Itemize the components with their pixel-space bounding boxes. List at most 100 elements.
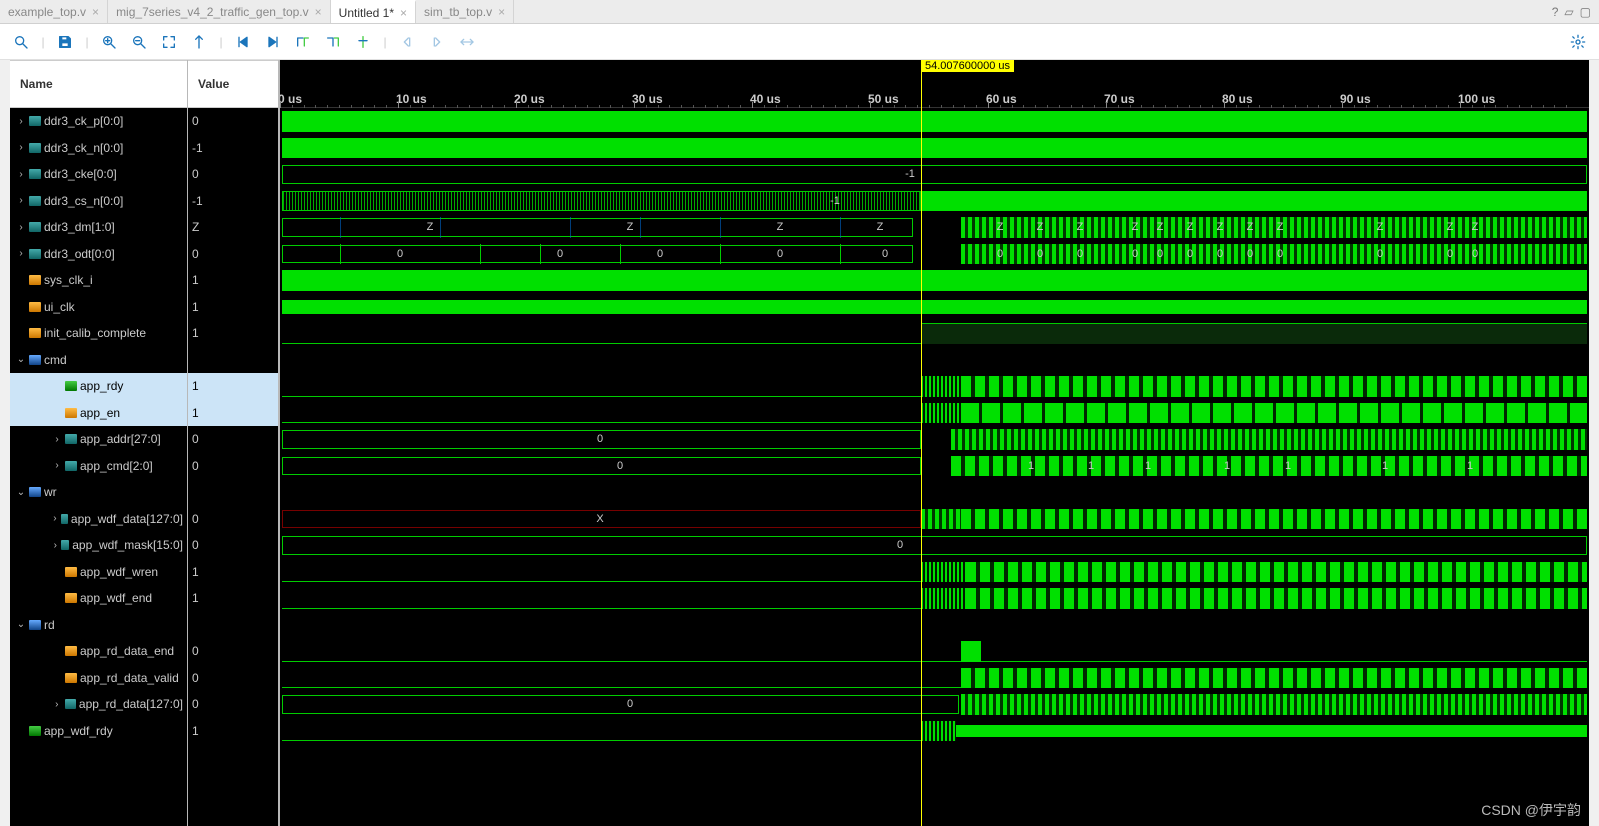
swap-icon[interactable] <box>454 29 480 55</box>
signal-row-ddr3-cs-n-0-0-[interactable]: ›ddr3_cs_n[0:0] <box>10 188 187 215</box>
restore-icon[interactable]: ▱ <box>1564 5 1573 19</box>
signal-row-ddr3-ck-n-0-0-[interactable]: › ddr3_ck_n[0:0] <box>10 135 187 162</box>
expand-icon[interactable]: ⌄ <box>16 487 26 498</box>
wave-row[interactable]: 0 <box>280 426 1589 453</box>
signal-row-ddr3-ck-p-0-0-[interactable]: ›ddr3_ck_p[0:0] <box>10 108 187 135</box>
signal-name-panel[interactable]: Name ›ddr3_ck_p[0:0]›ddr3_ck_n[0:0]›ddr3… <box>10 60 187 826</box>
expand-icon[interactable]: ⌄ <box>16 619 26 630</box>
wave-row[interactable]: 0 <box>280 532 1589 559</box>
signal-value <box>188 479 278 506</box>
waveform-canvas[interactable]: 0 us10 us20 us30 us40 us50 us60 us70 us8… <box>278 60 1589 826</box>
expand-icon[interactable]: › <box>52 434 62 445</box>
expand-icon[interactable]: › <box>52 460 62 471</box>
go-to-cursor-icon[interactable] <box>186 29 212 55</box>
signal-row-cmd[interactable]: ⌄cmd <box>10 347 187 374</box>
wave-row[interactable] <box>280 665 1589 692</box>
search-icon[interactable] <box>8 29 34 55</box>
zoom-fit-icon[interactable] <box>156 29 182 55</box>
add-marker-icon[interactable] <box>350 29 376 55</box>
signal-row-app-rd-data-end[interactable]: app_rd_data_end <box>10 638 187 665</box>
signal-row-sys-clk-i[interactable]: sys_clk_i <box>10 267 187 294</box>
wave-row[interactable] <box>280 294 1589 321</box>
tab-mig[interactable]: mig_7series_v4_2_traffic_gen_top.v× <box>108 0 331 23</box>
wave-row[interactable]: ZZZZZZZZZZZZZZZZ <box>280 214 1589 241</box>
signal-row-app-rdy[interactable]: app_rdy <box>10 373 187 400</box>
wave-row[interactable] <box>280 108 1589 135</box>
signal-row-app-cmd-2-0-[interactable]: ›app_cmd[2:0] <box>10 453 187 480</box>
signal-row-app-en[interactable]: app_en <box>10 400 187 427</box>
wave-row[interactable] <box>280 373 1589 400</box>
tab-untitled[interactable]: Untitled 1*× <box>331 0 416 23</box>
zoom-in-icon[interactable] <box>96 29 122 55</box>
expand-icon[interactable]: › <box>52 513 58 524</box>
help-icon[interactable]: ? <box>1552 5 1559 19</box>
close-icon[interactable]: × <box>315 5 322 19</box>
signal-row-ddr3-dm-1-0-[interactable]: ›ddr3_dm[1:0] <box>10 214 187 241</box>
wave-row[interactable] <box>280 585 1589 612</box>
signal-row-wr[interactable]: ⌄wr <box>10 479 187 506</box>
signal-row-rd[interactable]: ⌄rd <box>10 612 187 639</box>
signal-row-app-wdf-wren[interactable]: app_wdf_wren <box>10 559 187 586</box>
expand-icon[interactable]: › <box>16 195 26 206</box>
wave-row[interactable] <box>280 638 1589 665</box>
signal-row-ddr3-odt-0-0-[interactable]: ›ddr3_odt[0:0] <box>10 241 187 268</box>
wave-row[interactable] <box>280 320 1589 347</box>
close-icon[interactable]: × <box>400 6 407 20</box>
expand-icon[interactable]: › <box>52 540 58 551</box>
wave-row[interactable] <box>280 479 1589 506</box>
signal-value-panel[interactable]: Value 0-10-1Z0111110000110001 <box>187 60 278 826</box>
expand-icon[interactable]: ⌄ <box>16 354 26 365</box>
wave-row[interactable] <box>280 267 1589 294</box>
wave-row[interactable] <box>280 347 1589 374</box>
close-icon[interactable]: × <box>498 5 505 19</box>
signal-name: ddr3_ck_n[0:0] <box>44 141 123 155</box>
save-icon[interactable] <box>52 29 78 55</box>
go-to-start-icon[interactable] <box>230 29 256 55</box>
wave-row[interactable]: 00000000000000000 <box>280 241 1589 268</box>
expand-icon[interactable]: › <box>16 248 26 259</box>
signal-row-app-wdf-mask-15-0-[interactable]: ›app_wdf_mask[15:0] <box>10 532 187 559</box>
wave-row[interactable] <box>280 400 1589 427</box>
signal-row-init-calib-complete[interactable]: init_calib_complete <box>10 320 187 347</box>
signal-value: 0 <box>188 426 278 453</box>
expand-icon[interactable]: › <box>16 222 26 233</box>
settings-icon[interactable] <box>1565 29 1591 55</box>
signal-row-app-wdf-data-127-0-[interactable]: ›app_wdf_data[127:0] <box>10 506 187 533</box>
go-to-end-icon[interactable] <box>260 29 286 55</box>
tab-example-top[interactable]: example_top.v× <box>0 0 108 23</box>
tab-sim-tb-top[interactable]: sim_tb_top.v× <box>416 0 514 23</box>
maximize-icon[interactable]: ▢ <box>1580 5 1591 19</box>
wave-row[interactable]: -1 <box>280 188 1589 215</box>
signal-row-app-addr-27-0-[interactable]: ›app_addr[27:0] <box>10 426 187 453</box>
next-trans-icon[interactable] <box>424 29 450 55</box>
signal-row-app-wdf-end[interactable]: app_wdf_end <box>10 585 187 612</box>
time-cursor[interactable] <box>921 60 922 826</box>
bus-icon <box>29 143 41 153</box>
signal-value: 0 <box>188 532 278 559</box>
wave-row[interactable]: X <box>280 506 1589 533</box>
zoom-out-icon[interactable] <box>126 29 152 55</box>
expand-icon[interactable]: › <box>16 116 26 127</box>
signal-name: app_rdy <box>80 379 123 393</box>
wave-row[interactable]: -1 <box>280 161 1589 188</box>
prev-trans-icon[interactable] <box>394 29 420 55</box>
expand-icon[interactable]: › <box>16 142 26 153</box>
wave-row[interactable]: 0 <box>280 691 1589 718</box>
wave-row[interactable] <box>280 135 1589 162</box>
expand-icon[interactable]: › <box>16 169 26 180</box>
next-edge-icon[interactable] <box>320 29 346 55</box>
prev-edge-icon[interactable] <box>290 29 316 55</box>
wave-row[interactable]: 01111111 <box>280 453 1589 480</box>
wave-row[interactable] <box>280 612 1589 639</box>
signal-value: 0 <box>188 108 278 135</box>
signal-row-app-wdf-rdy[interactable]: app_wdf_rdy <box>10 718 187 745</box>
signal-row-ddr3-cke-0-0-[interactable]: ›ddr3_cke[0:0] <box>10 161 187 188</box>
wire-icon <box>65 646 77 656</box>
signal-row-ui-clk[interactable]: ui_clk <box>10 294 187 321</box>
signal-row-app-rd-data-127-0-[interactable]: ›app_rd_data[127:0] <box>10 691 187 718</box>
wave-row[interactable] <box>280 559 1589 586</box>
expand-icon[interactable]: › <box>52 699 62 710</box>
close-icon[interactable]: × <box>92 5 99 19</box>
signal-row-app-rd-data-valid[interactable]: app_rd_data_valid <box>10 665 187 692</box>
wave-row[interactable] <box>280 718 1589 745</box>
